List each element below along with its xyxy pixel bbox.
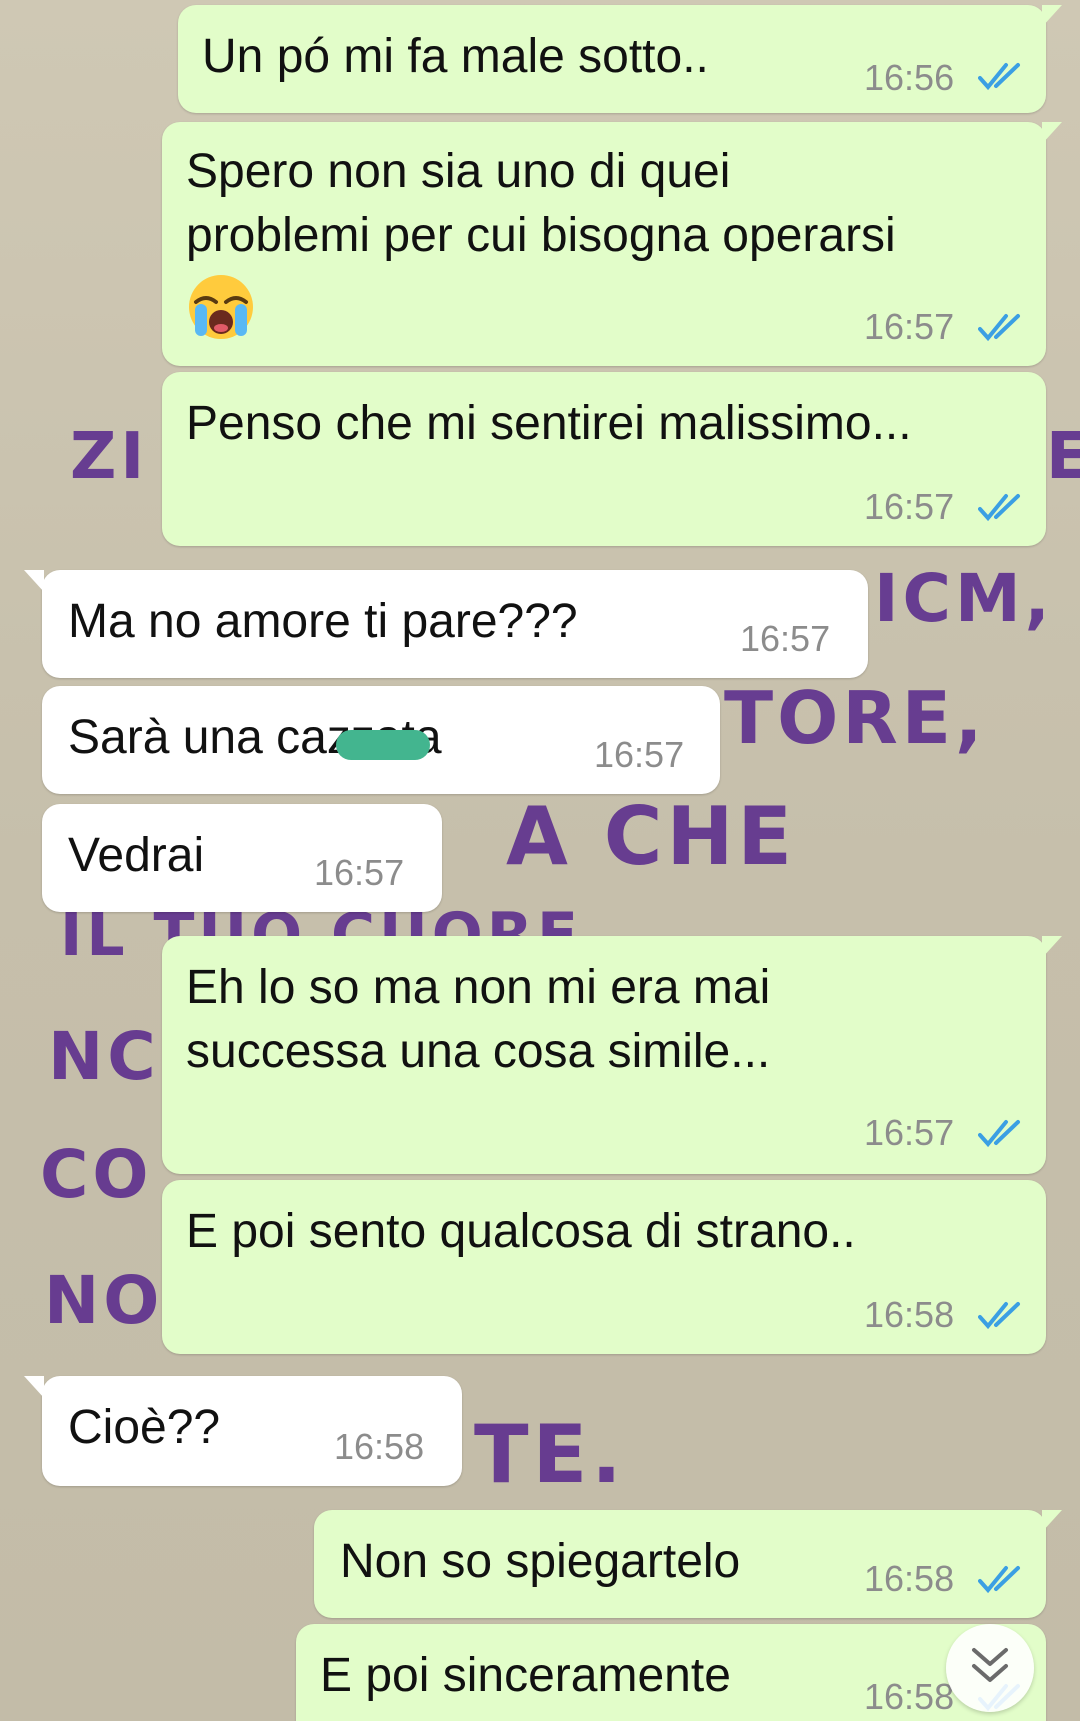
message-bubble-outgoing[interactable]: E poi sento qualcosa di strano.. 16:58	[162, 1180, 1046, 1354]
read-receipt-icon	[978, 1566, 1020, 1594]
message-bubble-incoming[interactable]: Vedrai 16:57	[42, 804, 442, 912]
bubble-tail	[1042, 936, 1062, 958]
message-time: 16:57	[864, 486, 955, 527]
message-text: Cioè??	[68, 1401, 221, 1454]
loudly-crying-face-icon	[189, 275, 253, 339]
message-bubble-incoming[interactable]: Cioè?? 16:58	[24, 1376, 462, 1486]
message-text: Eh lo so ma non mi era mai successa una …	[186, 961, 771, 1078]
bubble-tail	[1042, 5, 1062, 27]
wallpaper-letters: ZI	[70, 420, 149, 494]
message-text: Spero non sia uno di quei problemi per c…	[186, 145, 896, 262]
message-bubble-outgoing[interactable]: Non so spiegartelo 16:58	[314, 1510, 1062, 1618]
message-bubble-outgoing[interactable]: Penso che mi sentirei malissimo... 16:57	[162, 372, 1046, 546]
wallpaper-letters: TE.	[474, 1408, 626, 1501]
message-bubble-outgoing[interactable]: Un pó mi fa male sotto.. 16:56	[178, 5, 1062, 113]
message-text: E poi sinceramente	[320, 1649, 731, 1702]
message-time: 16:58	[864, 1676, 955, 1717]
message-text: Vedrai	[68, 829, 205, 882]
message-text: E poi sento qualcosa di strano..	[186, 1205, 856, 1258]
wallpaper-letters: TORE,	[724, 676, 987, 760]
bubble-tail	[1042, 122, 1062, 144]
bubble-tail	[24, 570, 44, 592]
scroll-to-bottom-button[interactable]	[946, 1624, 1034, 1712]
message-text: Penso che mi sentirei malissimo...	[186, 397, 912, 450]
read-receipt-icon	[978, 1302, 1020, 1330]
wallpaper-letters: E	[1046, 420, 1080, 494]
message-text: Non so spiegartelo	[340, 1535, 741, 1588]
message-bubble-outgoing[interactable]: Eh lo so ma non mi era mai successa una …	[162, 936, 1062, 1174]
message-text: Ma no amore ti pare???	[68, 595, 578, 648]
wallpaper-letters: NC	[48, 1018, 160, 1095]
message-time: 16:56	[864, 57, 955, 98]
message-bubble-incoming[interactable]: Ma no amore ti pare??? 16:57	[24, 570, 868, 678]
read-receipt-icon	[978, 314, 1020, 342]
wallpaper-letters: NO	[44, 1262, 164, 1339]
message-time: 16:58	[864, 1558, 955, 1599]
message-time: 16:57	[314, 852, 405, 893]
double-chevron-down-icon	[972, 1648, 1008, 1682]
message-time: 16:57	[864, 306, 955, 347]
read-receipt-icon	[978, 1120, 1020, 1148]
message-time: 16:58	[864, 1294, 955, 1335]
bubble-tail	[24, 1376, 44, 1398]
censor-scribble	[336, 730, 430, 760]
read-receipt-icon	[978, 63, 1020, 91]
message-bubble-outgoing[interactable]: Spero non sia uno di quei problemi per c…	[162, 122, 1062, 366]
message-time: 16:57	[740, 618, 831, 659]
message-time: 16:57	[864, 1112, 955, 1153]
message-time: 16:57	[594, 734, 685, 775]
wallpaper-letters: CO	[40, 1136, 153, 1213]
wallpaper-letters: A CHE	[506, 790, 797, 883]
message-bubble-outgoing[interactable]: E poi sinceramente 16:58	[296, 1624, 1046, 1721]
message-time: 16:58	[334, 1426, 425, 1467]
bubble-tail	[1042, 1510, 1062, 1532]
wallpaper-letters: ICM,	[874, 560, 1054, 637]
message-text: Un pó mi fa male sotto..	[202, 30, 709, 83]
read-receipt-icon	[978, 494, 1020, 522]
